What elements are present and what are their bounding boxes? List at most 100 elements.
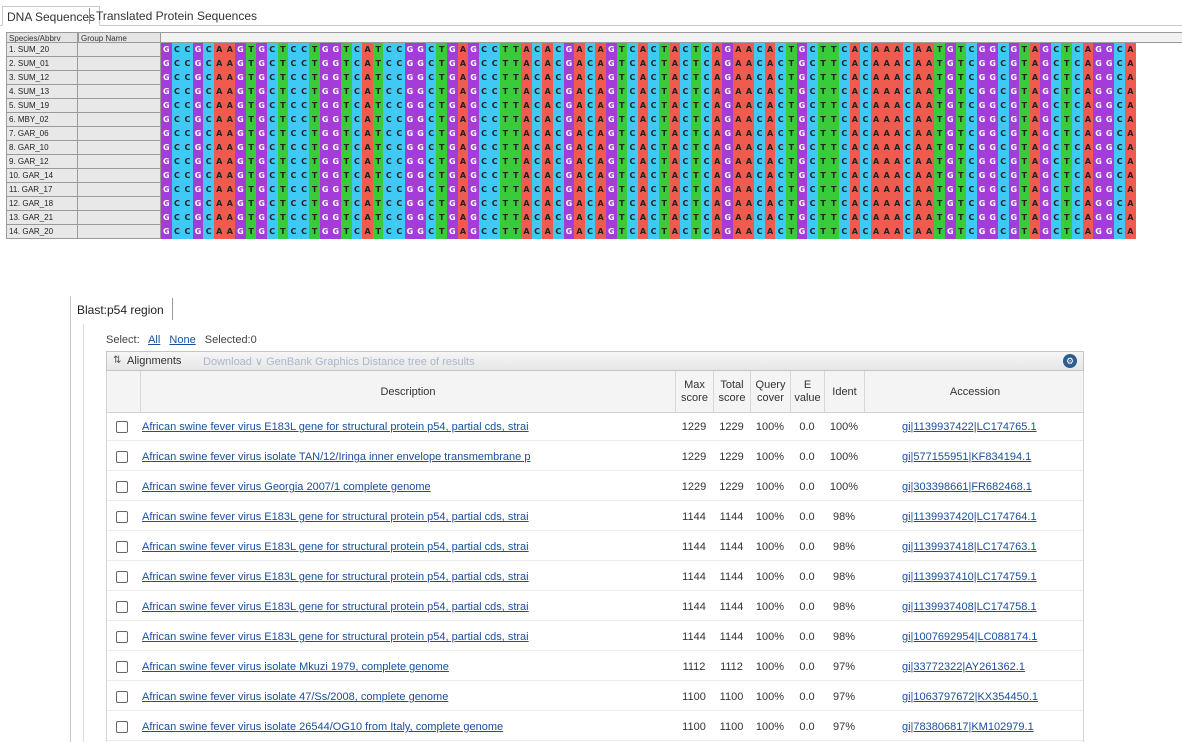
nucleotide-cell[interactable]: C	[266, 57, 278, 71]
nucleotide-cell[interactable]: C	[1114, 43, 1126, 57]
nucleotide-cell[interactable]: A	[595, 127, 606, 141]
nucleotide-cell[interactable]: G	[944, 99, 956, 113]
row-checkbox[interactable]	[116, 601, 128, 613]
nucleotide-cell[interactable]: T	[1061, 169, 1073, 183]
nucleotide-cell[interactable]: A	[521, 155, 532, 169]
nucleotide-cell[interactable]: G	[987, 169, 998, 183]
nucleotide-cell[interactable]: A	[881, 113, 892, 127]
nucleotide-cell[interactable]: G	[1093, 43, 1104, 57]
nucleotide-cell[interactable]: C	[489, 99, 500, 113]
nucleotide-cell[interactable]: C	[531, 71, 543, 85]
nucleotide-cell[interactable]: T	[510, 197, 522, 211]
nucleotide-cell[interactable]: G	[1008, 155, 1020, 169]
nucleotide-cell[interactable]: G	[1103, 43, 1115, 57]
nucleotide-cell[interactable]: C	[648, 211, 659, 225]
nucleotide-cell[interactable]: T	[436, 127, 448, 141]
nucleotide-cell[interactable]: A	[637, 183, 649, 197]
nucleotide-cell[interactable]: A	[362, 99, 373, 113]
nucleotide-cell[interactable]: C	[203, 43, 214, 57]
nucleotide-cell[interactable]: A	[457, 71, 469, 85]
nucleotide-cell[interactable]: T	[436, 71, 448, 85]
nucleotide-cell[interactable]: C	[648, 57, 659, 71]
nucleotide-cell[interactable]: T	[828, 211, 839, 225]
nucleotide-cell[interactable]: G	[319, 57, 331, 71]
nucleotide-cell[interactable]: A	[224, 99, 236, 113]
nucleotide-cell[interactable]: C	[203, 57, 214, 71]
nucleotide-cell[interactable]: G	[796, 183, 808, 197]
nucleotide-cell[interactable]: T	[934, 183, 945, 197]
nucleotide-cell[interactable]: C	[701, 155, 712, 169]
nucleotide-cell[interactable]: G	[161, 85, 172, 99]
nucleotide-cell[interactable]: T	[372, 57, 384, 71]
sequence-strip[interactable]: GCCGCAAGTGCTCCTGGTCATCCGGCTGAGCCTTACACGA…	[161, 43, 1182, 57]
nucleotide-cell[interactable]: A	[1029, 155, 1041, 169]
nucleotide-cell[interactable]: G	[605, 169, 617, 183]
nucleotide-cell[interactable]: A	[595, 183, 606, 197]
select-none-link[interactable]: None	[169, 334, 195, 346]
nucleotide-cell[interactable]: C	[489, 43, 500, 57]
nucleotide-cell[interactable]: C	[394, 85, 405, 99]
nucleotide-cell[interactable]: T	[245, 225, 257, 239]
nucleotide-cell[interactable]: C	[680, 127, 691, 141]
nucleotide-cell[interactable]: A	[457, 155, 469, 169]
nucleotide-cell[interactable]: A	[457, 211, 469, 225]
nucleotide-cell[interactable]: A	[1082, 169, 1094, 183]
nucleotide-cell[interactable]: T	[1061, 57, 1073, 71]
nucleotide-cell[interactable]: A	[881, 57, 892, 71]
nucleotide-cell[interactable]: A	[733, 141, 744, 155]
row-species-name[interactable]: 11. GAR_17	[6, 183, 78, 197]
nucleotide-cell[interactable]: C	[531, 183, 543, 197]
nucleotide-cell[interactable]: T	[1061, 43, 1073, 57]
nucleotide-cell[interactable]: C	[627, 99, 638, 113]
nucleotide-cell[interactable]: T	[245, 197, 257, 211]
nucleotide-cell[interactable]: T	[786, 183, 797, 197]
nucleotide-cell[interactable]: T	[1061, 99, 1073, 113]
nucleotide-cell[interactable]: C	[478, 57, 490, 71]
nucleotide-cell[interactable]: T	[309, 141, 320, 155]
nucleotide-cell[interactable]: T	[828, 57, 839, 71]
nucleotide-cell[interactable]: G	[447, 57, 458, 71]
nucleotide-cell[interactable]: A	[711, 211, 723, 225]
nucleotide-cell[interactable]: G	[319, 43, 331, 57]
result-description-link[interactable]: African swine fever virus E183L gene for…	[142, 511, 675, 523]
nucleotide-cell[interactable]: T	[1019, 211, 1030, 225]
nucleotide-cell[interactable]: A	[213, 127, 225, 141]
nucleotide-cell[interactable]: G	[447, 99, 458, 113]
result-description-link[interactable]: African swine fever virus isolate 47/Ss/…	[142, 691, 675, 703]
nucleotide-cell[interactable]: T	[1019, 57, 1030, 71]
nucleotide-cell[interactable]: A	[637, 71, 649, 85]
nucleotide-cell[interactable]: G	[1103, 113, 1115, 127]
nucleotide-cell[interactable]: A	[542, 225, 553, 239]
nucleotide-cell[interactable]: A	[457, 43, 469, 57]
nucleotide-cell[interactable]: C	[648, 85, 659, 99]
nucleotide-cell[interactable]: C	[425, 155, 437, 169]
nucleotide-cell[interactable]: C	[1050, 127, 1062, 141]
nucleotide-cell[interactable]: C	[478, 85, 490, 99]
nucleotide-cell[interactable]: G	[944, 155, 956, 169]
nucleotide-cell[interactable]: T	[690, 141, 702, 155]
nucleotide-cell[interactable]: T	[436, 169, 448, 183]
nucleotide-cell[interactable]: C	[754, 211, 765, 225]
nucleotide-cell[interactable]: T	[955, 85, 967, 99]
nucleotide-cell[interactable]: G	[415, 113, 426, 127]
nucleotide-cell[interactable]: C	[1114, 197, 1126, 211]
nucleotide-cell[interactable]: A	[521, 85, 532, 99]
nucleotide-cell[interactable]: C	[648, 99, 659, 113]
nucleotide-cell[interactable]: C	[266, 225, 278, 239]
nucleotide-cell[interactable]: G	[976, 57, 988, 71]
nucleotide-cell[interactable]: G	[796, 113, 808, 127]
nucleotide-cell[interactable]: G	[1008, 211, 1020, 225]
nucleotide-cell[interactable]: C	[266, 99, 278, 113]
nucleotide-cell[interactable]: T	[510, 99, 522, 113]
nucleotide-cell[interactable]: T	[690, 113, 702, 127]
nucleotide-cell[interactable]: T	[510, 225, 522, 239]
nucleotide-cell[interactable]: A	[542, 127, 553, 141]
nucleotide-cell[interactable]: C	[966, 211, 977, 225]
nucleotide-cell[interactable]: C	[394, 155, 405, 169]
nucleotide-cell[interactable]: A	[362, 71, 373, 85]
sequence-row[interactable]: 12. GAR_18 G C C G C A A G T G C T C C T G G T C A T C C G G C T G A G…	[6, 197, 1182, 211]
nucleotide-cell[interactable]: G	[987, 57, 998, 71]
nucleotide-cell[interactable]: C	[648, 113, 659, 127]
nucleotide-cell[interactable]: T	[934, 113, 945, 127]
nucleotide-cell[interactable]: A	[870, 155, 882, 169]
